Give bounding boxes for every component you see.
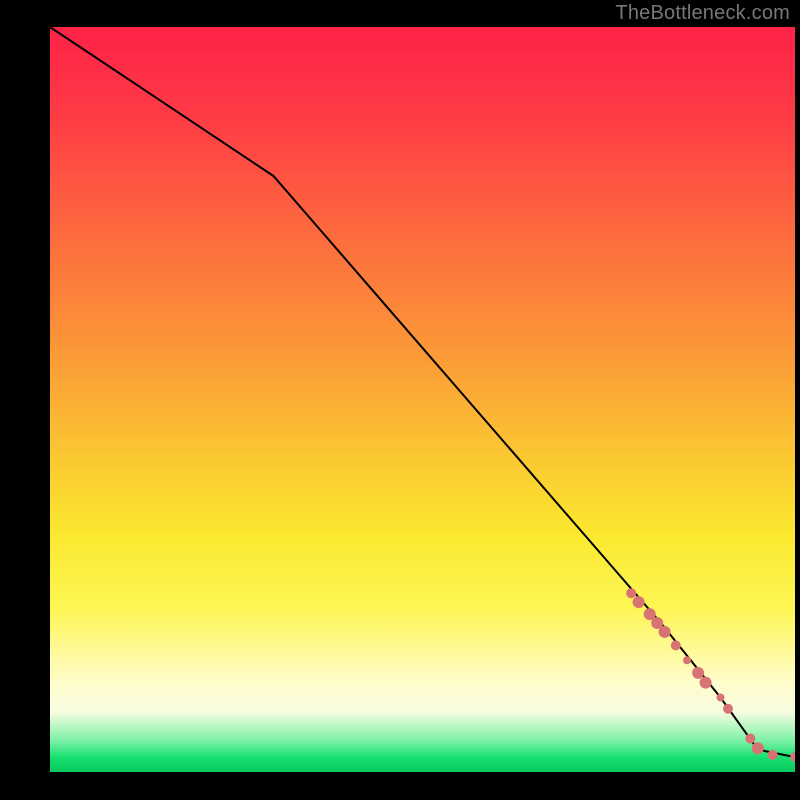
marker-point	[768, 750, 778, 760]
marker-point	[671, 640, 681, 650]
marker-point	[745, 734, 755, 744]
marker-point	[723, 704, 733, 714]
marker-point	[790, 752, 795, 762]
marker-point	[659, 626, 671, 638]
plot-area	[50, 27, 795, 772]
markers-group	[626, 588, 795, 762]
marker-point	[717, 694, 725, 702]
marker-point	[626, 588, 636, 598]
marker-point	[692, 667, 704, 679]
attribution-label: TheBottleneck.com	[615, 2, 790, 25]
marker-point	[700, 677, 712, 689]
marker-point	[683, 656, 691, 664]
marker-point	[633, 596, 645, 608]
marker-point	[752, 742, 764, 754]
chart-frame: TheBottleneck.com	[0, 0, 800, 800]
curve-line	[50, 27, 795, 757]
overlay-svg	[50, 27, 795, 772]
